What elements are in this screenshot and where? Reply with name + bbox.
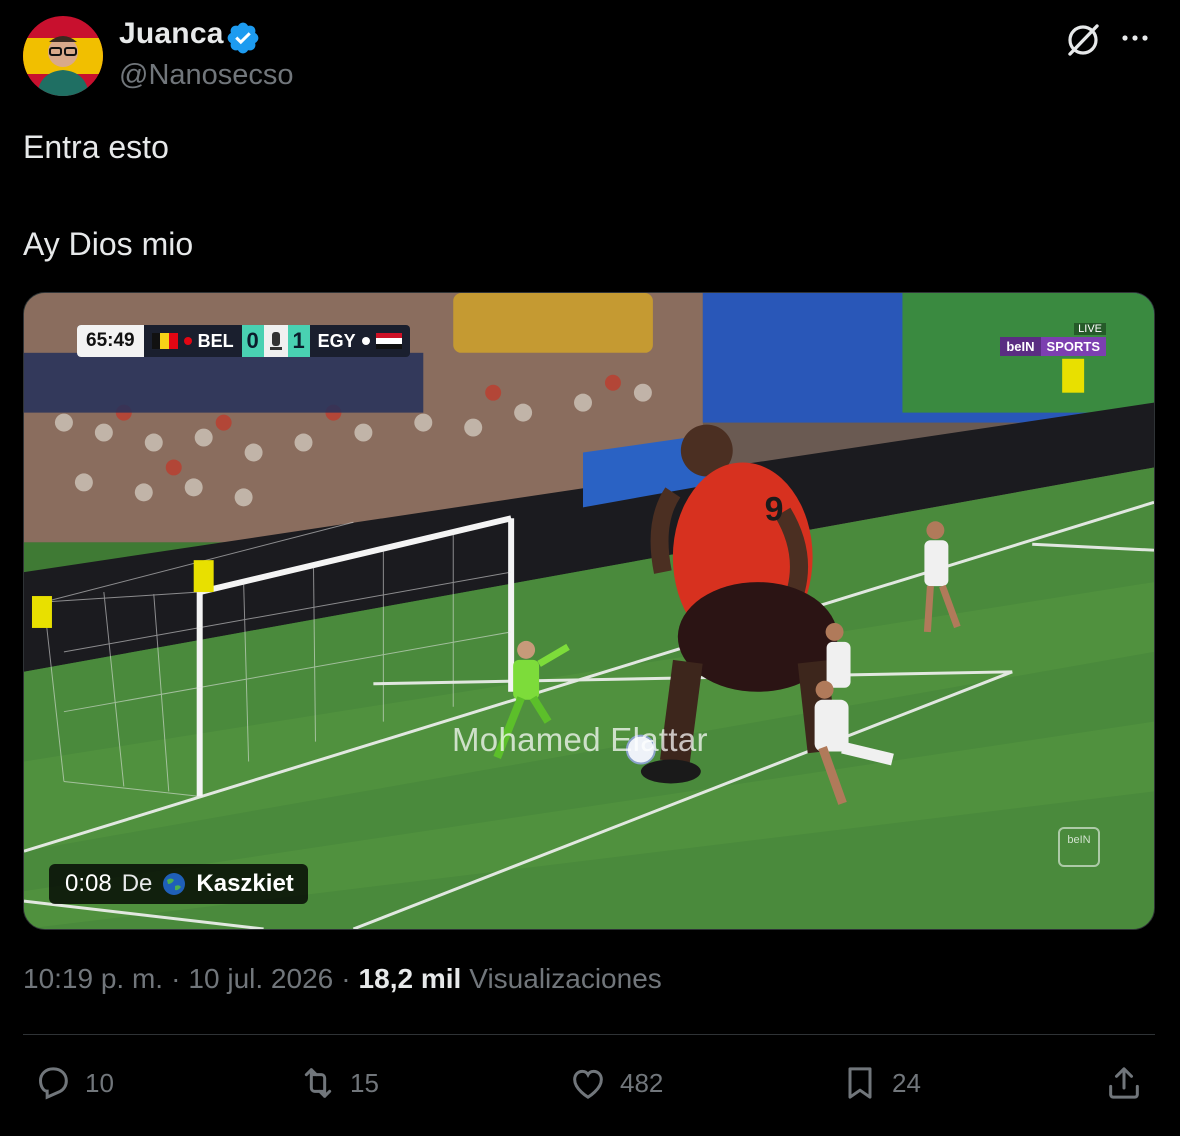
video-watermark: Mohamed Elattar [452, 721, 708, 758]
source-username[interactable]: Kaszkiet [196, 870, 293, 898]
belgium-flag-icon [151, 333, 178, 349]
like-button[interactable]: 482 [568, 1058, 663, 1108]
heart-icon [573, 1069, 603, 1099]
views-count: 18,2 mil [358, 963, 462, 994]
broadcaster-logo: beIN SPORTS [1000, 337, 1106, 356]
away-score: 1 [287, 325, 310, 357]
meta-separator-2: · [341, 963, 351, 994]
competition-logo-icon [263, 325, 288, 357]
home-score: 0 [241, 325, 264, 357]
tweet-time[interactable]: 10:19 p. m. [23, 963, 163, 995]
egypt-flag-icon [375, 333, 402, 349]
broadcaster-channel: SPORTS [1040, 337, 1106, 356]
more-icon[interactable] [1117, 23, 1153, 53]
meta-separator: · [171, 963, 181, 994]
author-handle[interactable]: @Nanosecso [119, 59, 294, 92]
views-label: Visualizaciones [469, 963, 662, 994]
home-team-code: BEL [197, 330, 234, 351]
share-icon [1109, 1067, 1139, 1099]
verified-badge-icon[interactable] [225, 20, 261, 56]
video-duration: 0:08 [65, 870, 112, 897]
live-tag: LIVE [1074, 323, 1106, 335]
reply-count: 10 [85, 1067, 114, 1098]
author-avatar[interactable] [23, 16, 103, 96]
away-team-code: EGY [317, 330, 356, 351]
like-count: 482 [620, 1067, 664, 1098]
tweet-meta: 10:19 p. m. · 10 jul. 2026 · 18,2 mil Vi… [23, 963, 662, 995]
grok-icon[interactable] [1064, 21, 1102, 59]
corner-logo-text: beIN [1067, 834, 1091, 846]
divider [23, 1034, 1155, 1035]
reply-icon [38, 1067, 68, 1100]
home-color-dot-icon [183, 337, 192, 345]
author-name[interactable]: Juanca [119, 17, 224, 51]
source-prefix: De [121, 870, 153, 897]
bookmark-button[interactable]: 24 [840, 1058, 921, 1108]
share-button[interactable] [1104, 1058, 1144, 1108]
video-attribution-chip[interactable]: 0:08 De Kaszkiet [49, 864, 308, 904]
home-team: BEL [144, 325, 242, 357]
video-player[interactable]: 9 65:49 BEL 0 1 EGY LIVE beIN SPORTS Moh… [23, 292, 1155, 930]
avatar-image [23, 16, 103, 96]
globe-icon [163, 873, 186, 895]
away-team: EGY [310, 325, 410, 357]
bookmark-icon [848, 1067, 872, 1099]
action-bar: 10 15 482 24 [0, 1058, 1180, 1108]
shirt-number: 9 [765, 490, 784, 528]
tweet-text-line-1: Entra esto [23, 129, 169, 165]
tweet-text-line-2: Ay Dios mio [23, 226, 194, 262]
broadcaster-corner-logo: beIN [1058, 827, 1100, 867]
scoreboard: 65:49 BEL 0 1 EGY [77, 325, 410, 357]
video-frame: 9 [24, 293, 1154, 929]
tweet-date[interactable]: 10 jul. 2026 [188, 963, 333, 995]
repost-count: 15 [350, 1067, 379, 1098]
away-color-dot-icon [361, 337, 370, 345]
repost-icon [304, 1068, 332, 1098]
repost-button[interactable]: 15 [298, 1058, 379, 1108]
broadcaster-brand: beIN [1000, 337, 1041, 356]
reply-button[interactable]: 10 [33, 1058, 114, 1108]
match-clock: 65:49 [77, 325, 144, 357]
bookmark-count: 24 [892, 1067, 921, 1098]
